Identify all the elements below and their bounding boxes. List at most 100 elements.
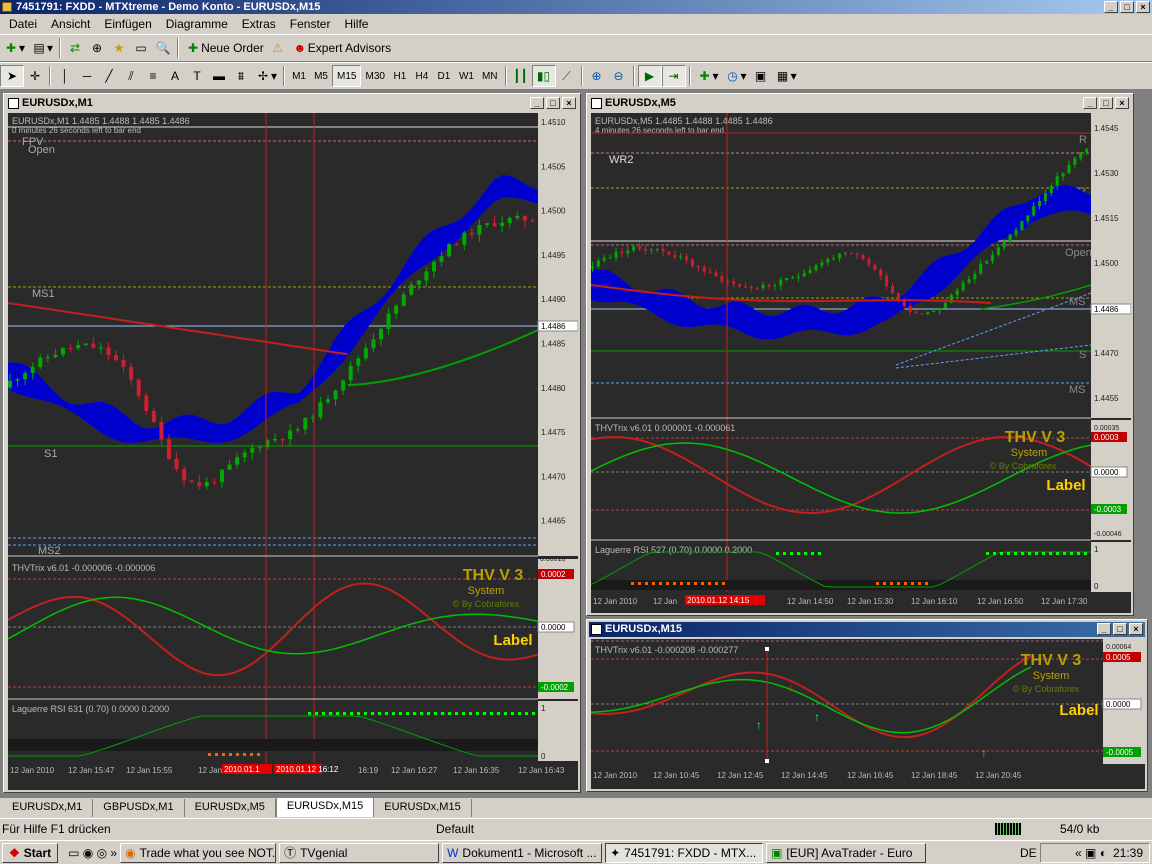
periods-button[interactable]: ◷ ▾ <box>722 65 750 87</box>
autoscroll-button[interactable]: ▶ <box>637 65 662 87</box>
bar-chart-button[interactable]: ┃┃ <box>510 65 532 87</box>
menu-datei[interactable]: Datei <box>2 17 44 31</box>
system-tray: « ▣ ◐ 21:39 <box>1040 843 1150 863</box>
menu-einfuegen[interactable]: Einfügen <box>97 17 158 31</box>
tf-h1[interactable]: H1 <box>389 65 411 87</box>
m1-minimize-button[interactable]: _ <box>530 97 544 109</box>
menu-diagramme[interactable]: Diagramme <box>159 17 235 31</box>
tab-gbpusd-m1[interactable]: GBPUSDx,M1 <box>93 799 185 817</box>
rsi-dot-high <box>511 712 514 715</box>
m1-maximize-button[interactable]: □ <box>546 97 560 109</box>
arrows-button[interactable]: ✢ ▾ <box>252 65 280 87</box>
tf-mn[interactable]: MN <box>478 65 502 87</box>
m15-close-button[interactable]: × <box>1129 623 1143 635</box>
m1-close-button[interactable]: × <box>562 97 576 109</box>
zoom-out-icon: ⊖ <box>613 69 624 83</box>
market-watch-button[interactable]: ⇄ <box>64 37 86 59</box>
rsi-dot-high <box>357 712 360 715</box>
candle-m5 <box>614 251 618 258</box>
open-folder-button[interactable]: ★ <box>108 37 130 59</box>
minimize-button[interactable]: _ <box>1104 1 1118 13</box>
chart-title-m15[interactable]: EURUSDx,M15 _ □ × <box>589 622 1145 637</box>
task-word[interactable]: W Dokument1 - Microsoft ... <box>442 842 603 863</box>
rsi-dot-low <box>645 582 648 585</box>
menu-fenster[interactable]: Fenster <box>283 17 338 31</box>
tf-m1[interactable]: M1 <box>288 65 310 87</box>
navigator-button[interactable]: ⊕ <box>86 37 108 59</box>
horizontal-line-button[interactable]: ─ <box>76 65 98 87</box>
task-mt4[interactable]: ✦ 7451791: FXDD - MTX... <box>605 842 764 863</box>
menu-extras[interactable]: Extras <box>235 17 283 31</box>
close-button[interactable]: × <box>1136 1 1150 13</box>
new-chart-button[interactable]: ✚ ▾ <box>0 37 28 59</box>
indicators-button[interactable]: ✚ ▾ <box>694 65 722 87</box>
language-indicator[interactable]: DE <box>1020 846 1037 860</box>
tf-m30[interactable]: M30 <box>361 65 388 87</box>
text-label-button[interactable]: T <box>186 65 208 87</box>
m5-minimize-button[interactable]: _ <box>1083 97 1097 109</box>
tf-d1[interactable]: D1 <box>433 65 455 87</box>
terminal-button[interactable]: ▭ <box>130 37 152 59</box>
thv-label-m1: Label <box>493 632 532 649</box>
task-trade[interactable]: ◉ Trade what you see NOT... <box>120 842 277 863</box>
maximize-button[interactable]: □ <box>1120 1 1134 13</box>
candlestick-button[interactable]: ▮▯ <box>531 65 556 87</box>
chart-properties-button[interactable]: ▦ ▾ <box>772 65 800 87</box>
level-label-ms2: MS2 <box>38 545 61 557</box>
rsi-dot-high <box>1063 552 1066 555</box>
templates-button[interactable]: ▣ <box>750 65 772 87</box>
rectangle-button[interactable]: ▬ <box>208 65 230 87</box>
candle-m5 <box>779 280 783 286</box>
crosshair-tool-button[interactable]: ✛ <box>24 65 46 87</box>
new-order-button[interactable]: ✚ Neue Order <box>182 37 267 59</box>
strategy-tester-button[interactable]: 🔍 <box>152 37 174 59</box>
zoom-in-button[interactable]: ⊕ <box>586 65 608 87</box>
menu-ansicht[interactable]: Ansicht <box>44 17 97 31</box>
start-button[interactable]: ❖ Start <box>2 842 59 863</box>
tab-eurusd-m15[interactable]: EURUSDx,M15 <box>275 797 375 817</box>
profiles-button[interactable]: ▤ ▾ <box>28 37 56 59</box>
chart-title-m5[interactable]: EURUSDx,M5 _ □ × <box>589 96 1131 111</box>
equidistant-channel-button[interactable]: ⫽ <box>120 65 142 87</box>
task-tvgenial[interactable]: Ⓣ TVgenial <box>279 842 440 863</box>
tf-m5[interactable]: M5 <box>310 65 332 87</box>
tab-eurusd-m5[interactable]: EURUSDx,M5 <box>185 799 276 817</box>
rsi-dot-high <box>343 712 346 715</box>
chart-title-m1[interactable]: EURUSDx,M1 _ □ × <box>6 96 578 111</box>
chart-shift-button[interactable]: ⇥ <box>661 65 686 87</box>
expert-advisors-button[interactable]: ☻ Expert Advisors <box>289 37 394 59</box>
tf-h4[interactable]: H4 <box>411 65 433 87</box>
menu-hilfe[interactable]: Hilfe <box>337 17 375 31</box>
fibo-fan-button[interactable]: ⩩ <box>230 65 252 87</box>
zoom-out-button[interactable]: ⊖ <box>608 65 630 87</box>
thv-brand-system-m15: System <box>1033 670 1070 682</box>
metaeditor-button[interactable]: ⚠ <box>267 37 289 59</box>
candle-m5 <box>1008 234 1012 242</box>
text-tool-button[interactable]: A <box>164 65 186 87</box>
chart-canvas-m15[interactable]: THVTrix v6.01 -0.000208 -0.000277 ↑ ↑ ↑ ↓ THV… <box>591 639 1145 789</box>
tf-m15[interactable]: M15 <box>332 65 362 87</box>
vertical-line-button[interactable]: │ <box>54 65 76 87</box>
candle-m1 <box>333 390 338 400</box>
cursor-tool-button[interactable]: ➤ <box>0 65 24 87</box>
m15-minimize-button[interactable]: _ <box>1097 623 1111 635</box>
fibo-button[interactable]: ≡ <box>142 65 164 87</box>
rsi-dot-high <box>392 712 395 715</box>
trendline-button[interactable]: ╱ <box>98 65 120 87</box>
time-label-m5: 2010.01.12 14:15 <box>687 596 750 605</box>
tab-eurusd-m15-2[interactable]: EURUSDx,M15 <box>374 799 472 817</box>
tf-w1[interactable]: W1 <box>455 65 478 87</box>
price-tick-m5: 1.4500 <box>1094 259 1119 268</box>
tray-icons[interactable]: « ▣ ◐ <box>1075 846 1107 860</box>
current-price-m5: 1.4486 <box>1094 305 1119 314</box>
chart-canvas-m1[interactable]: EURUSDx,M1 1.4485 1.4488 1.4485 1.4486 0 … <box>8 113 578 790</box>
m5-maximize-button[interactable]: □ <box>1099 97 1113 109</box>
tab-eurusd-m1[interactable]: EURUSDx,M1 <box>2 799 94 817</box>
thv-red-line-m1 <box>8 582 539 677</box>
quicklaunch-icons[interactable]: ▭ ◉ ◎ » <box>68 846 117 860</box>
m15-maximize-button[interactable]: □ <box>1113 623 1127 635</box>
line-chart-button[interactable]: ⟋ <box>556 65 578 87</box>
m5-close-button[interactable]: × <box>1115 97 1129 109</box>
chart-canvas-m5[interactable]: EURUSDx,M5 1.4485 1.4488 1.4485 1.4486 4 … <box>591 113 1131 613</box>
task-avatrader[interactable]: ▣ [EUR] AvaTrader - Euro <box>766 842 927 863</box>
